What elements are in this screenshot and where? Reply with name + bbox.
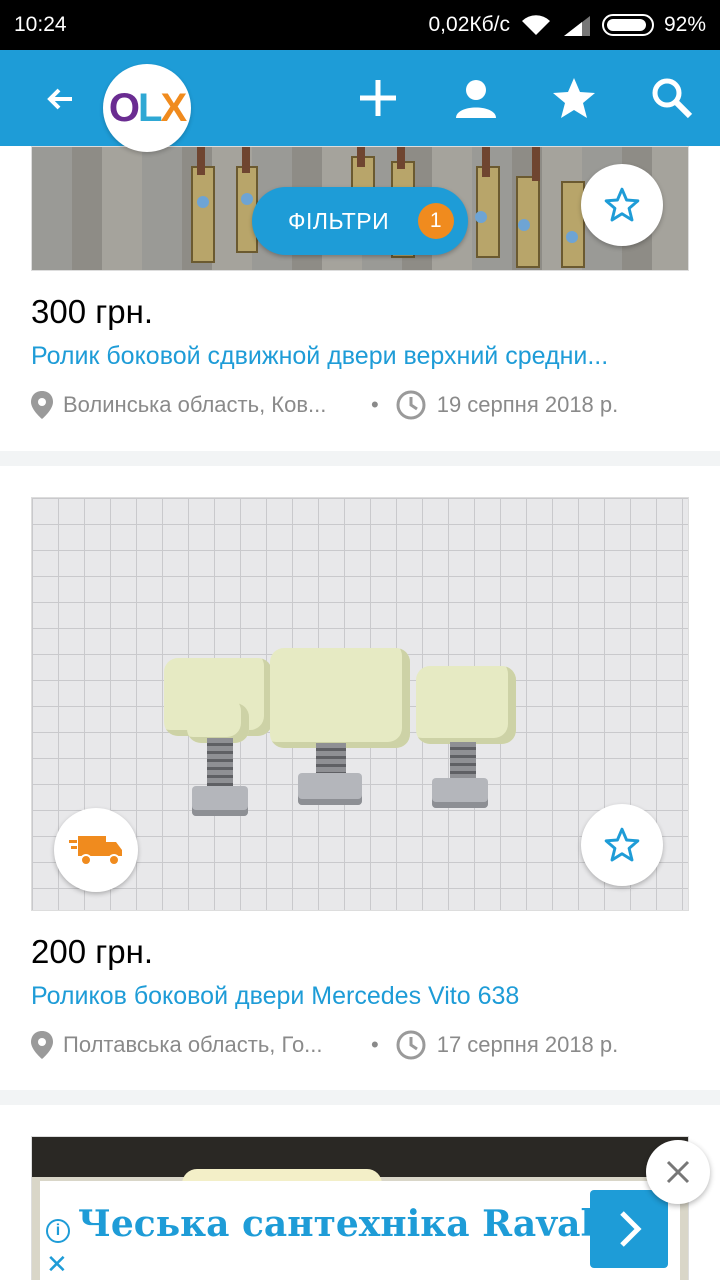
listing-price: 200 грн. bbox=[31, 933, 154, 970]
back-arrow-icon[interactable] bbox=[40, 80, 80, 120]
truck-icon bbox=[69, 836, 122, 866]
ad-dismiss-icon[interactable]: ✕ bbox=[46, 1249, 68, 1280]
search-icon[interactable] bbox=[648, 74, 696, 122]
meta-separator: • bbox=[371, 1032, 379, 1057]
chevron-right-icon bbox=[620, 1211, 642, 1247]
star-icon[interactable] bbox=[550, 74, 598, 122]
filters-label: ФІЛЬТРИ bbox=[288, 207, 390, 234]
favorite-button[interactable] bbox=[581, 164, 663, 246]
listing-card[interactable]: 200 грн. Роликов боковой двери Mercedes … bbox=[0, 466, 720, 1090]
wifi-icon bbox=[521, 15, 550, 35]
battery-icon bbox=[601, 14, 654, 36]
app-header: OLX bbox=[0, 50, 720, 152]
network-speed: 0,02Кб/с bbox=[428, 13, 510, 36]
listing-location: Полтавська область, Го... bbox=[63, 1032, 323, 1057]
signal-icon bbox=[563, 16, 590, 36]
listing-title[interactable]: Ролик боковой сдвижной двери верхний сре… bbox=[31, 342, 691, 371]
ad-banner[interactable]: i ✕ Чеська сантехніка Ravak bbox=[40, 1181, 680, 1280]
clock-icon bbox=[396, 390, 426, 420]
star-outline-icon bbox=[604, 187, 640, 222]
status-time: 10:24 bbox=[14, 13, 67, 36]
close-ad-button[interactable] bbox=[646, 1140, 710, 1204]
delivery-badge bbox=[54, 808, 138, 892]
location-pin-icon bbox=[31, 1031, 53, 1059]
listing-date: 17 серпня 2018 р. bbox=[436, 1032, 619, 1057]
listing-location: Волинська область, Ков... bbox=[63, 392, 327, 417]
listing-title[interactable]: Роликов боковой двери Mercedes Vito 638 bbox=[31, 982, 691, 1011]
close-icon bbox=[666, 1160, 690, 1184]
filters-count-badge: 1 bbox=[418, 203, 454, 239]
star-outline-icon bbox=[604, 827, 640, 862]
clock-icon bbox=[396, 1030, 426, 1060]
filters-button[interactable]: ФІЛЬТРИ 1 bbox=[252, 187, 468, 255]
listing-meta: Волинська область, Ков... • 19 серпня 20… bbox=[31, 389, 618, 421]
plus-icon[interactable] bbox=[354, 74, 402, 122]
favorite-button[interactable] bbox=[581, 804, 663, 886]
listing-meta: Полтавська область, Го... • 17 серпня 20… bbox=[31, 1029, 618, 1061]
meta-separator: • bbox=[371, 392, 379, 417]
status-bar: 10:24 0,02Кб/с 92% bbox=[0, 0, 720, 50]
ad-info-icon[interactable]: i bbox=[46, 1219, 70, 1243]
user-icon[interactable] bbox=[452, 74, 500, 122]
battery-percent: 92% bbox=[663, 13, 706, 36]
ad-open-button[interactable] bbox=[590, 1190, 668, 1268]
location-pin-icon bbox=[31, 391, 53, 419]
ad-text[interactable]: Чеська сантехніка Ravak bbox=[78, 1203, 605, 1245]
olx-logo[interactable]: OLX bbox=[103, 64, 191, 152]
listing-price: 300 грн. bbox=[31, 293, 154, 330]
status-indicators: 0,02Кб/с 92% bbox=[428, 13, 706, 37]
listing-date: 19 серпня 2018 р. bbox=[436, 392, 619, 417]
